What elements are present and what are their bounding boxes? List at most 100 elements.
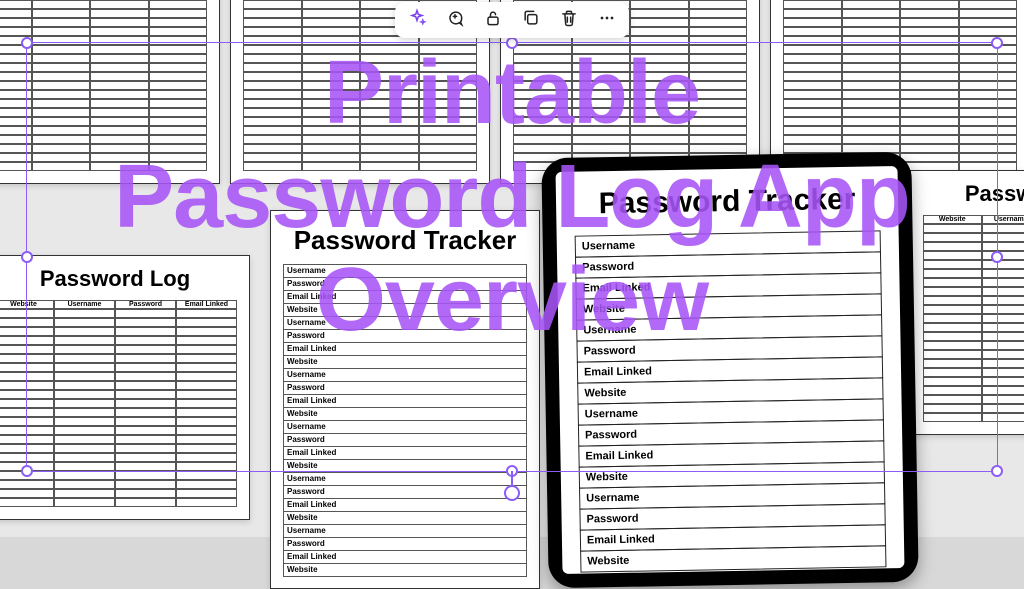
log-cell [115,417,176,426]
log-cell [630,9,689,18]
log-cell [419,45,478,54]
resize-handle-middle-right[interactable] [991,251,1003,263]
log-cell [115,462,176,471]
mockup-sheet: Password Log WebsiteUsernamePasswordEmai… [910,170,1024,435]
log-cell [90,117,149,126]
resize-handle-middle-left[interactable] [21,251,33,263]
log-cell [115,498,176,507]
log-cell [360,108,419,117]
log-cell [959,36,1018,45]
log-cell [689,45,748,54]
lock-button[interactable] [479,6,507,34]
log-cell [302,63,361,72]
resize-handle-bottom-right[interactable] [991,465,1003,477]
log-cell [689,126,748,135]
tracker-field-row: Password [283,433,527,447]
resize-handle-top-left[interactable] [21,37,33,49]
log-cell [90,9,149,18]
log-cell [32,63,91,72]
log-cell [32,36,91,45]
log-cell [982,386,1024,395]
log-cell [54,408,115,417]
log-cell [149,63,208,72]
log-cell [900,135,959,144]
tablet-screen: Password Tracker UsernamePasswordEmail L… [556,166,905,574]
log-cell [982,242,1024,251]
tracker-field-row: Website [283,511,527,525]
comment-button[interactable] [441,6,469,34]
tablet-mockup: Password Tracker UsernamePasswordEmail L… [541,152,918,588]
log-cell [54,498,115,507]
log-cell [783,135,842,144]
log-cell [243,72,302,81]
duplicate-button[interactable] [517,6,545,34]
log-cell [360,99,419,108]
log-cell [54,336,115,345]
canvas-area[interactable]: Password Log WebsiteUsernamePasswordEmai… [0,0,1024,537]
log-cell [90,18,149,27]
log-cell [32,162,91,171]
log-cell [513,90,572,99]
log-cell [115,480,176,489]
log-cell [982,287,1024,296]
log-cell [923,368,982,377]
resize-handle-top-right[interactable] [991,37,1003,49]
log-cell [302,117,361,126]
log-cell [54,327,115,336]
log-cell [176,381,237,390]
log-cell [90,126,149,135]
log-cell [0,390,54,399]
log-cell [54,471,115,480]
log-column-header: Email Linked [176,300,237,309]
log-cell [0,399,54,408]
log-grid: WebsiteUsernamePasswordEmail Linked [0,300,237,507]
log-cell [149,36,208,45]
log-cell [32,81,91,90]
resize-handle-top-middle[interactable] [506,37,518,49]
log-cell [842,117,901,126]
log-cell [302,135,361,144]
log-cell [842,72,901,81]
log-cell [90,63,149,72]
trash-icon [559,8,579,33]
log-cell [842,99,901,108]
more-button[interactable] [593,6,621,34]
log-cell [900,153,959,162]
log-cell [842,27,901,36]
log-cell [842,0,901,9]
log-cell [90,90,149,99]
log-cell [176,399,237,408]
tracker-field-row: Username [283,524,527,538]
context-toolbar [395,2,629,38]
log-cell [419,135,478,144]
log-cell [783,126,842,135]
log-cell [572,54,631,63]
tracker-field-row: Username [283,472,527,486]
delete-button[interactable] [555,6,583,34]
log-cell [115,489,176,498]
log-cell [176,354,237,363]
resize-handle-bottom-left[interactable] [21,465,33,477]
tracker-field-row: Email Linked [283,394,527,408]
log-cell [689,54,748,63]
log-cell [0,417,54,426]
tracker-field-row: Website [283,459,527,473]
log-cell [54,489,115,498]
log-cell [115,372,176,381]
log-cell [0,444,54,453]
log-cell [302,54,361,63]
ai-magic-button[interactable] [403,6,431,34]
log-cell [115,444,176,453]
log-cell [982,323,1024,332]
log-cell [360,126,419,135]
log-cell [982,233,1024,242]
log-cell [419,81,478,90]
resize-handle-bottom-middle[interactable] [506,465,518,477]
log-cell [923,341,982,350]
log-cell [176,471,237,480]
log-cell [572,135,631,144]
log-cell [176,480,237,489]
log-cell [630,54,689,63]
log-cell [0,135,32,144]
log-cell [689,108,748,117]
